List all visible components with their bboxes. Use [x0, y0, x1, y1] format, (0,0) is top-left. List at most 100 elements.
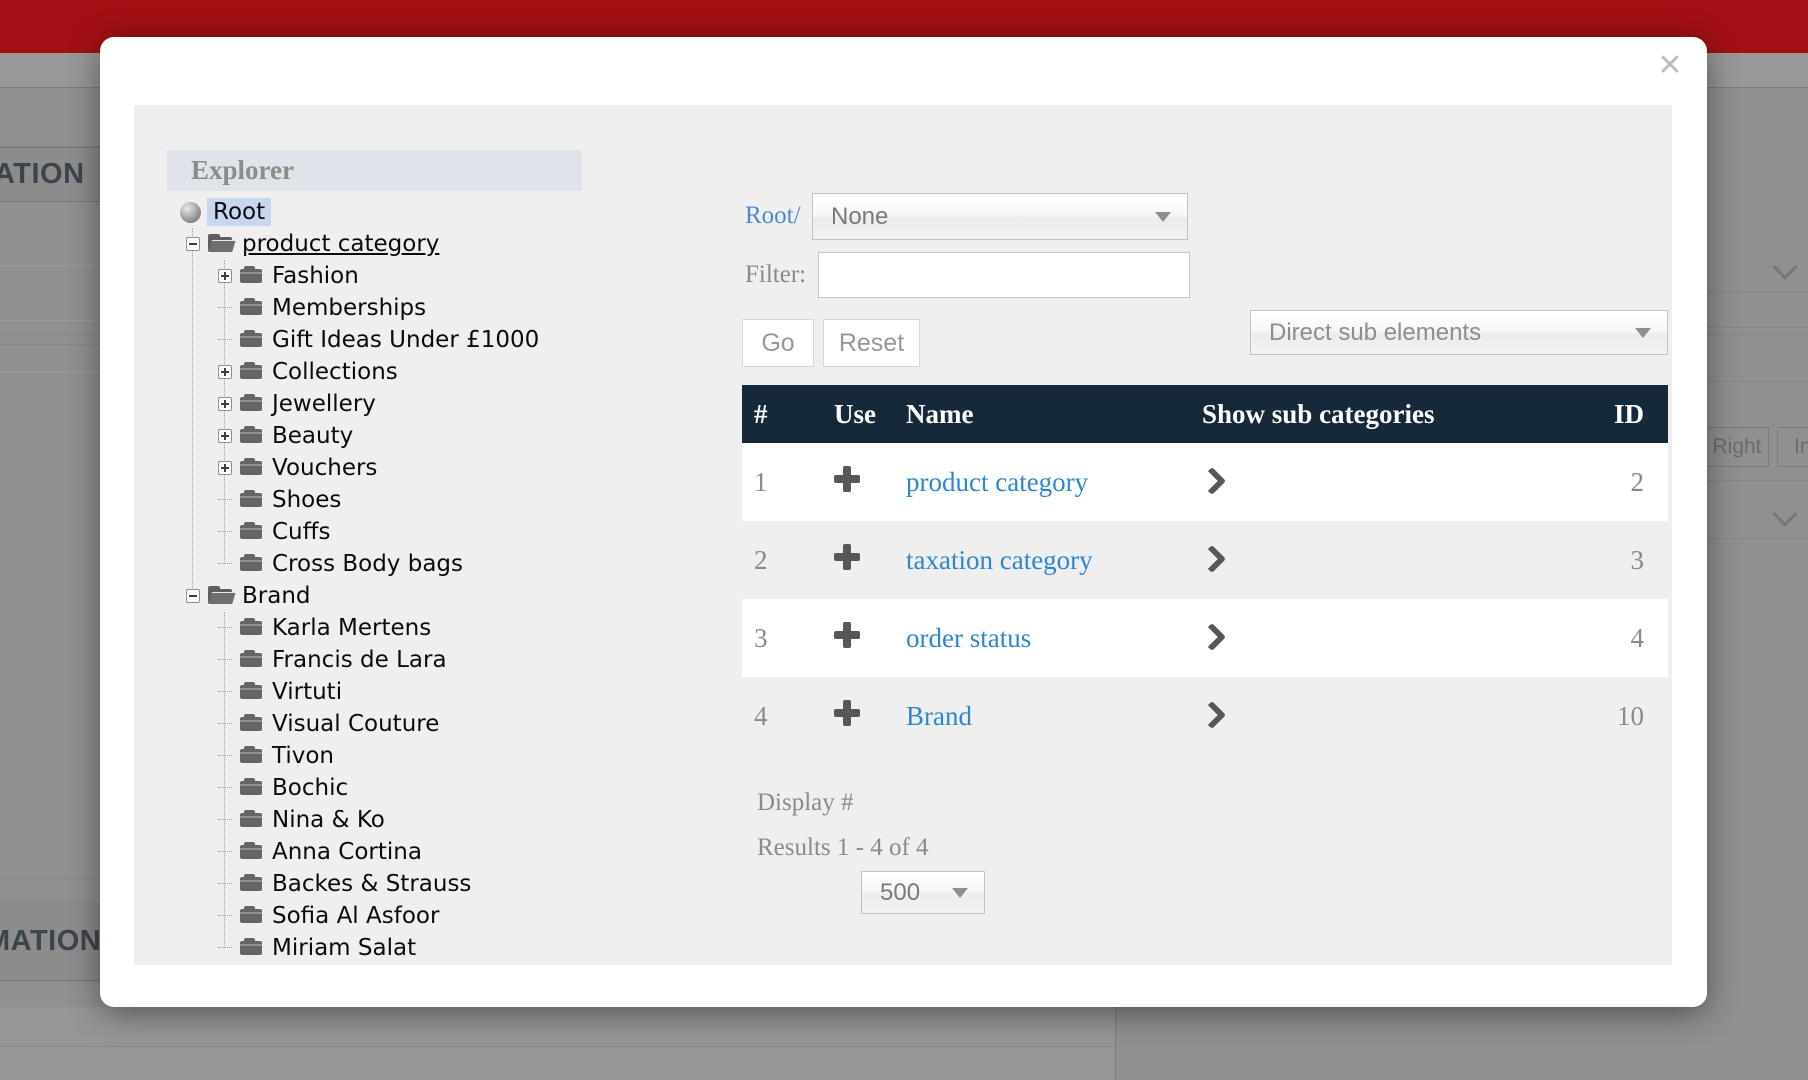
filter-input[interactable] — [818, 252, 1190, 298]
tree-item-label[interactable]: Backes & Strauss — [272, 871, 471, 897]
folder-icon — [240, 842, 262, 859]
tree-item[interactable]: Beauty — [178, 420, 708, 452]
tree-item[interactable]: Shoes — [178, 484, 708, 516]
tree-item-label[interactable]: Shoes — [272, 487, 341, 513]
tree-item-label[interactable]: Root — [207, 198, 272, 226]
plus-icon[interactable] — [834, 621, 860, 648]
tree-item-label[interactable]: Virtuti — [272, 679, 342, 705]
root-path-link[interactable]: Root/ — [745, 202, 801, 230]
header-num: # — [754, 398, 768, 429]
category-link[interactable]: product category — [906, 467, 1088, 497]
tree-item[interactable]: Francis de Lara — [178, 644, 708, 676]
tree-item-label[interactable]: Brand — [242, 583, 311, 609]
right-button[interactable]: Right — [1705, 427, 1769, 467]
tree-item[interactable]: product category — [178, 228, 708, 260]
expand-icon[interactable] — [218, 429, 232, 443]
tree-item-label[interactable]: Visual Couture — [272, 711, 439, 737]
tree-item-label[interactable]: Vouchers — [272, 455, 377, 481]
folder-icon — [240, 330, 262, 347]
folder-icon — [240, 746, 262, 763]
triangle-down-icon — [1155, 211, 1171, 222]
modal-panel: Explorer Root product category Fashion M… — [134, 105, 1672, 965]
tree-item-label[interactable]: Sofia Al Asfoor — [272, 903, 439, 929]
reset-button[interactable]: Reset — [823, 319, 920, 367]
expand-icon[interactable] — [218, 365, 232, 379]
folder-icon — [240, 938, 262, 955]
tree-item-root[interactable]: Root — [178, 196, 708, 228]
scope-select[interactable]: Direct sub elements — [1250, 310, 1668, 355]
chevron-right-icon[interactable] — [1197, 700, 1227, 729]
tree-connector — [218, 755, 232, 757]
tree-item[interactable]: Jewellery — [178, 388, 708, 420]
tree-item-label[interactable]: Karla Mertens — [272, 615, 431, 641]
tree-item-label[interactable]: Cross Body bags — [272, 551, 463, 577]
tree-item-label[interactable]: Jewellery — [272, 391, 376, 417]
tree-item-label[interactable]: Anna Cortina — [272, 839, 422, 865]
collapse-icon[interactable] — [186, 237, 200, 251]
tree-item[interactable]: Tivon — [178, 740, 708, 772]
plus-icon[interactable] — [834, 699, 860, 726]
triangle-down-icon — [952, 887, 968, 898]
collapse-icon[interactable] — [186, 589, 200, 603]
divider — [0, 334, 100, 335]
display-count-select[interactable]: 500 — [861, 871, 985, 914]
expand-icon[interactable] — [218, 397, 232, 411]
table-row: 3 order status 4 — [742, 599, 1668, 677]
tree-item[interactable]: Karla Mertens — [178, 612, 708, 644]
tree-item[interactable]: Visual Couture — [178, 708, 708, 740]
category-link[interactable]: taxation category — [906, 545, 1093, 575]
tree-item[interactable]: Cross Body bags — [178, 548, 708, 580]
tree-item[interactable]: Collections — [178, 356, 708, 388]
divider — [0, 265, 100, 266]
expand-icon[interactable] — [218, 461, 232, 475]
tree-item[interactable]: Anna Cortina — [178, 836, 708, 868]
category-link[interactable]: Brand — [906, 701, 972, 731]
tree-item[interactable]: Nina & Ko — [178, 804, 708, 836]
tree-item[interactable]: Gift Ideas Under £1000 — [178, 324, 708, 356]
root-category-select[interactable]: None — [812, 193, 1188, 240]
tree-item-label[interactable]: Fashion — [272, 263, 359, 289]
tree-item[interactable]: Bochic — [178, 772, 708, 804]
tree-connector — [218, 851, 232, 853]
chevron-right-icon[interactable] — [1197, 544, 1227, 573]
chevron-right-icon[interactable] — [1197, 622, 1227, 651]
go-button[interactable]: Go — [742, 319, 814, 367]
tree-item[interactable]: Memberships — [178, 292, 708, 324]
tree-item[interactable]: Backes & Strauss — [178, 868, 708, 900]
close-icon[interactable]: ✕ — [1649, 45, 1691, 87]
tree-item[interactable]: Cuffs — [178, 516, 708, 548]
expand-icon[interactable] — [218, 269, 232, 283]
folder-icon — [240, 906, 262, 923]
tree-item[interactable]: Miriam Salat — [178, 932, 708, 964]
tree-item[interactable]: Fashion — [178, 260, 708, 292]
tree-item[interactable]: Vouchers — [178, 452, 708, 484]
tree-item-label[interactable]: Nina & Ko — [272, 807, 385, 833]
tree-item-label[interactable]: Cuffs — [272, 519, 330, 545]
tree-item[interactable]: Brand — [178, 580, 708, 612]
tree-connector — [218, 307, 232, 309]
tree-item-label[interactable]: Collections — [272, 359, 398, 385]
table-row: 4 Brand 10 — [742, 677, 1668, 755]
filter-label: Filter: — [745, 261, 807, 288]
tree-item-label[interactable]: product category — [242, 231, 439, 257]
tree-item-label[interactable]: Francis de Lara — [272, 647, 447, 673]
tree-item-label[interactable]: Beauty — [272, 423, 353, 449]
row-number: 1 — [754, 466, 768, 497]
tree-item-label[interactable]: Bochic — [272, 775, 348, 801]
tree-item[interactable]: Virtuti — [178, 676, 708, 708]
divider — [0, 1046, 1115, 1047]
divider — [1707, 480, 1808, 481]
tree-item-label[interactable]: Tivon — [272, 743, 334, 769]
plus-icon[interactable] — [834, 465, 860, 492]
chevron-right-icon[interactable] — [1197, 466, 1227, 495]
tree-item-label[interactable]: Gift Ideas Under £1000 — [272, 327, 539, 353]
folder-icon — [240, 650, 262, 667]
tree-connector — [218, 531, 232, 533]
tree-item[interactable]: Sofia Al Asfoor — [178, 900, 708, 932]
tree-item-label[interactable]: Miriam Salat — [272, 935, 416, 961]
tree-item-label[interactable]: Memberships — [272, 295, 426, 321]
category-link[interactable]: order status — [906, 623, 1031, 653]
background-section-header-bottom: MATION — [0, 903, 101, 981]
insert-button[interactable]: Ins — [1777, 427, 1808, 467]
plus-icon[interactable] — [834, 543, 860, 570]
